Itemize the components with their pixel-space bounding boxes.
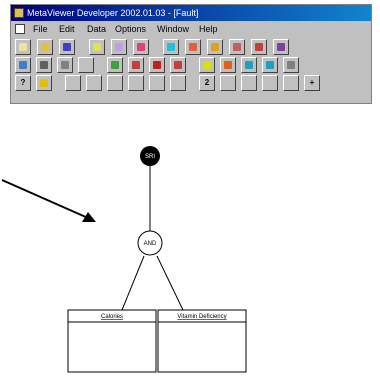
connector-right [156, 255, 184, 311]
top-event-label: SRI [145, 154, 155, 160]
calories-label: Calories [101, 314, 123, 320]
connector-left [121, 255, 145, 311]
vitamin-deficiency-label: Vitamin Deficiency [177, 314, 226, 320]
and-gate-label: AND [144, 241, 157, 247]
pointer-arrow-line [1, 179, 89, 219]
fault-tree-canvas[interactable]: SRI AND Calories Vitamin Deficiency [0, 0, 380, 378]
